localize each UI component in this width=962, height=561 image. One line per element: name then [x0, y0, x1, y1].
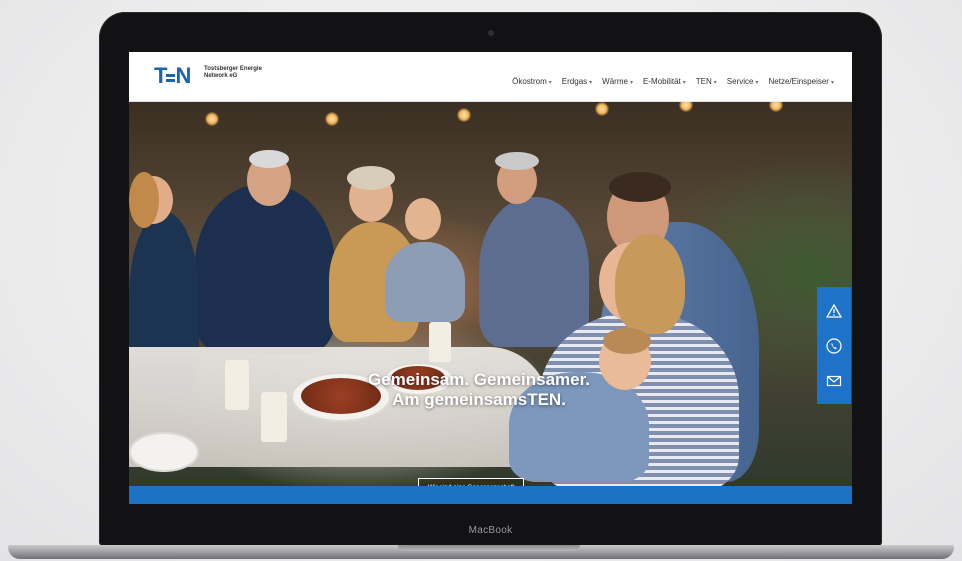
- main-nav: Ökostrom ▾ Erdgas ▾ Wärme ▾ E-Mobilität ▾ TE…: [512, 77, 834, 86]
- nav-item-oekostrom[interactable]: Ökostrom ▾: [512, 77, 552, 86]
- hero-banner: Gemeinsam. Gemeinsamer. Am gemeinsamsTEN…: [129, 102, 852, 486]
- hero-title-line2: Am gemeinsamsTEN.: [392, 390, 566, 409]
- chevron-down-icon: ▾: [589, 80, 593, 86]
- string-light: [205, 112, 219, 126]
- chevron-down-icon: ▾: [755, 80, 759, 86]
- side-action-bar: [817, 287, 851, 404]
- warning-icon: [826, 303, 842, 318]
- nav-label: Ökostrom: [512, 77, 547, 86]
- candle: [225, 360, 249, 410]
- nav-item-erdgas[interactable]: Erdgas ▾: [562, 77, 592, 86]
- nav-label: E-Mobilität: [642, 77, 681, 86]
- guest-hair: [129, 172, 159, 228]
- guest-hair: [495, 152, 539, 170]
- logo-text: Tostsberger Energie Network eG: [204, 66, 284, 80]
- guest-head: [405, 198, 441, 240]
- camera: [488, 30, 494, 36]
- nav-item-netze[interactable]: Netze/Einspeiser ▾: [769, 77, 835, 86]
- nav-item-e-mobilitaet[interactable]: E-Mobilität ▾: [643, 77, 686, 86]
- guest-figure: [195, 184, 335, 354]
- hero-title-line1: Gemeinsam. Gemeinsamer.: [367, 370, 591, 389]
- string-light: [679, 102, 693, 112]
- string-light: [769, 102, 783, 112]
- nav-item-waerme[interactable]: Wärme ▾: [602, 77, 633, 86]
- laptop-notch: [398, 545, 580, 551]
- laptop-mockup: TN Tostsberger Energie Network eG Ökostr…: [0, 0, 962, 561]
- nav-label: Netze/Einspeiser: [768, 77, 829, 86]
- string-light: [325, 112, 339, 126]
- chevron-down-icon: ▾: [713, 80, 717, 86]
- nav-item-ten[interactable]: TEN ▾: [696, 77, 717, 86]
- guest-hair: [249, 150, 289, 168]
- ten-logo[interactable]: TN: [154, 65, 191, 87]
- phone-icon: [826, 337, 842, 354]
- logo-line2: Network eG: [204, 73, 238, 79]
- nav-label: TEN: [695, 77, 712, 86]
- nav-label: Service: [726, 77, 754, 86]
- mail-button[interactable]: [823, 370, 845, 392]
- nav-label: Erdgas: [561, 77, 588, 86]
- child-hair: [603, 328, 651, 354]
- guest-hair: [347, 166, 395, 190]
- chevron-down-icon: ▾: [830, 80, 834, 86]
- hero-title: Gemeinsam. Gemeinsamer. Am gemeinsamsTEN…: [329, 370, 629, 410]
- chevron-down-icon: ▾: [548, 80, 552, 86]
- chevron-down-icon: ▾: [629, 80, 633, 86]
- laptop-screen: TN Tostsberger Energie Network eG Ökostr…: [129, 52, 852, 504]
- guest-figure: [479, 197, 589, 347]
- phone-button[interactable]: [823, 335, 845, 357]
- woman-hair: [615, 234, 685, 334]
- laptop-label: MacBook: [468, 525, 513, 536]
- warning-button[interactable]: [823, 300, 845, 322]
- nav-item-service[interactable]: Service ▾: [727, 77, 759, 86]
- site-header: TN Tostsberger Energie Network eG Ökostr…: [129, 52, 852, 102]
- hero-cta-button[interactable]: Wir sind eine Genossenschaft: [418, 478, 525, 486]
- chevron-down-icon: ▾: [682, 80, 686, 86]
- mail-icon: [826, 375, 842, 386]
- string-light: [457, 108, 471, 122]
- candle: [261, 392, 287, 442]
- guest-figure: [385, 242, 465, 322]
- man-hair: [609, 172, 671, 202]
- footer-blue-strip: [129, 486, 852, 504]
- string-light: [595, 102, 609, 116]
- plate: [129, 432, 199, 472]
- candle: [429, 322, 451, 362]
- nav-label: Wärme: [602, 77, 628, 86]
- logo-line1: Tostsberger Energie: [204, 66, 262, 72]
